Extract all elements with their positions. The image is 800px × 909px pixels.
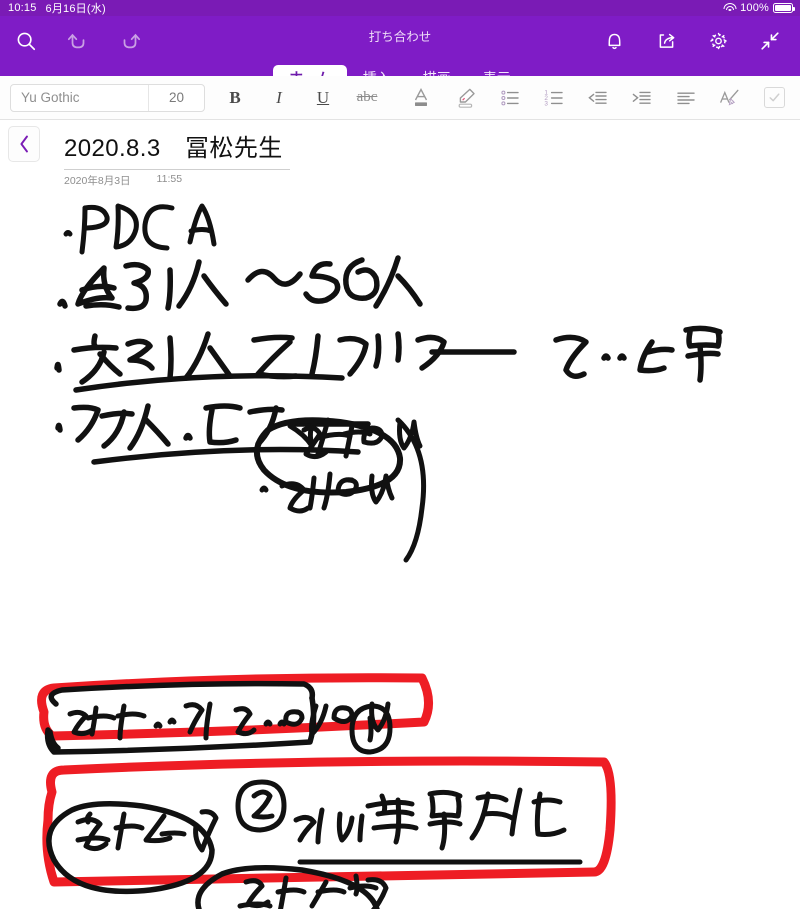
numbered-list-button[interactable]: 1 2 3	[532, 81, 576, 115]
font-selector[interactable]: Yu Gothic 20	[10, 83, 205, 112]
bulleted-list-button[interactable]	[488, 81, 532, 115]
checkbox-icon	[763, 87, 785, 108]
bold-button[interactable]: B	[213, 81, 257, 115]
ink-line-3	[54, 325, 723, 393]
battery-percent-label: 100%	[740, 2, 769, 14]
note-title-divider	[64, 169, 290, 170]
ink-canvas[interactable]	[0, 194, 800, 909]
status-time: 10:15	[8, 2, 37, 14]
align-left-button[interactable]	[664, 81, 708, 115]
checkbox-button[interactable]	[752, 81, 796, 115]
italic-button[interactable]: I	[257, 81, 301, 115]
ink-line-6	[293, 787, 583, 865]
clear-formatting-button[interactable]	[708, 81, 752, 115]
ink-scribble-4	[75, 809, 219, 853]
paragraph-tools: 1 2 3	[400, 81, 796, 115]
battery-icon	[773, 3, 795, 13]
undo-icon[interactable]	[52, 24, 104, 58]
status-bar-left: 10:15 6月16日(水)	[0, 0, 106, 16]
note-time: 11:55	[156, 173, 183, 185]
bell-icon[interactable]	[588, 24, 640, 58]
font-name-input[interactable]: Yu Gothic	[11, 90, 148, 105]
page-title[interactable]: 2020.8.3 冨松先生	[64, 128, 283, 163]
back-button[interactable]	[8, 126, 40, 162]
note-header: 2020.8.3 冨松先生 2020年8月3日 11:55	[0, 122, 800, 194]
app-header-right-icons	[588, 24, 796, 58]
svg-text:3: 3	[544, 100, 548, 107]
onenote-app-window: 10:15 6月16日(水) 100% 打ち合わせ Yu Gothic 20 B…	[0, 0, 800, 909]
text-style-tools: B I U abc	[213, 81, 389, 115]
ink-strokes	[37, 203, 723, 909]
status-bar-right: 100%	[723, 2, 800, 14]
format-toolbar: Yu Gothic 20 B I U abc 1 2 3	[0, 76, 800, 120]
underline-button[interactable]: U	[301, 81, 345, 115]
note-date: 2020年8月3日	[64, 175, 131, 187]
wifi-icon	[723, 3, 737, 13]
ink-line-2	[57, 255, 423, 312]
ink-circled-number-2	[235, 779, 287, 833]
collapse-icon[interactable]	[744, 24, 796, 58]
ink-scribble-2	[259, 471, 395, 514]
highlighter-button[interactable]	[444, 81, 488, 115]
redo-icon[interactable]	[104, 24, 156, 58]
decrease-indent-button[interactable]	[576, 81, 620, 115]
app-header-bar: 打ち合わせ	[0, 16, 800, 92]
status-date: 6月16日(水)	[45, 3, 106, 15]
increase-indent-button[interactable]	[620, 81, 664, 115]
app-header-left-icons	[0, 24, 156, 58]
ink-line-1	[63, 203, 217, 255]
share-icon[interactable]	[640, 24, 692, 58]
font-size-input[interactable]: 20	[149, 90, 204, 105]
note-meta: 2020年8月3日 11:55	[64, 173, 182, 188]
strikethrough-button[interactable]: abc	[345, 81, 389, 115]
gear-icon[interactable]	[692, 24, 744, 58]
font-color-button[interactable]	[400, 81, 444, 115]
search-icon[interactable]	[0, 24, 52, 58]
status-bar: 10:15 6月16日(水) 100%	[0, 0, 800, 16]
